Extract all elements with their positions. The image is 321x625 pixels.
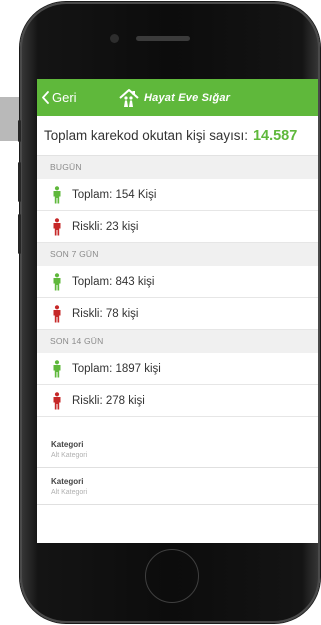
volume-up-button xyxy=(18,162,21,202)
category-label: Kategori xyxy=(51,439,84,449)
section-header: BUGÜN xyxy=(37,156,318,179)
person-icon xyxy=(53,391,61,409)
app-screen: Geri Hayat Eve Sığar Toplam karekod okut… xyxy=(37,79,318,543)
summary-label: Toplam karekod okutan kişi sayısı: xyxy=(44,128,248,143)
stat-row-total: Toplam: 1897 kişi xyxy=(37,353,318,385)
stat-row-total: Toplam: 154 Kişi xyxy=(37,179,318,211)
category-field[interactable]: Kategori Alt Kategori xyxy=(37,468,318,505)
summary-value: 14.587 xyxy=(252,127,298,144)
person-icon xyxy=(53,304,61,322)
back-label: Geri xyxy=(52,90,77,105)
app-title: Hayat Eve Sığar xyxy=(144,91,231,104)
navbar: Geri Hayat Eve Sığar xyxy=(37,79,318,116)
section-header: SON 14 GÜN xyxy=(37,330,318,353)
chevron-left-icon xyxy=(42,91,49,104)
stat-total-text: Toplam: 843 kişi xyxy=(72,275,155,288)
person-icon xyxy=(53,185,61,203)
home-button[interactable] xyxy=(145,549,199,603)
stat-total-text: Toplam: 1897 kişi xyxy=(72,362,161,375)
stat-row-risky: Riskli: 78 kişi xyxy=(37,298,318,330)
stat-row-risky: Riskli: 23 kişi xyxy=(37,211,318,243)
subcategory-label: Alt Kategori xyxy=(51,451,88,459)
stat-risky-text: Riskli: 23 kişi xyxy=(72,220,139,233)
front-camera xyxy=(110,34,119,43)
stats-list: BUGÜN Toplam: 154 Kişi Riskli: 23 kişi S… xyxy=(37,156,318,417)
summary-row: Toplam karekod okutan kişi sayısı: 14.58… xyxy=(37,116,318,156)
house-with-people-logo xyxy=(119,88,139,107)
back-button[interactable]: Geri xyxy=(41,79,77,116)
section-header: SON 7 GÜN xyxy=(37,243,318,266)
mute-switch xyxy=(18,120,21,142)
stat-total-text: Toplam: 154 Kişi xyxy=(72,188,157,201)
stat-row-total: Toplam: 843 kişi xyxy=(37,266,318,298)
stat-risky-text: Riskli: 78 kişi xyxy=(72,307,139,320)
person-icon xyxy=(53,359,61,377)
stat-row-risky: Riskli: 278 kişi xyxy=(37,385,318,417)
earpiece-speaker xyxy=(136,36,190,41)
subcategory-label: Alt Kategori xyxy=(51,488,88,496)
stat-risky-text: Riskli: 278 kişi xyxy=(72,394,145,407)
person-icon xyxy=(53,272,61,290)
category-label: Kategori xyxy=(51,476,84,486)
person-icon xyxy=(53,217,61,235)
category-field[interactable]: Kategori Alt Kategori xyxy=(37,431,318,468)
volume-down-button xyxy=(18,214,21,254)
brand: Hayat Eve Sığar xyxy=(118,79,230,116)
